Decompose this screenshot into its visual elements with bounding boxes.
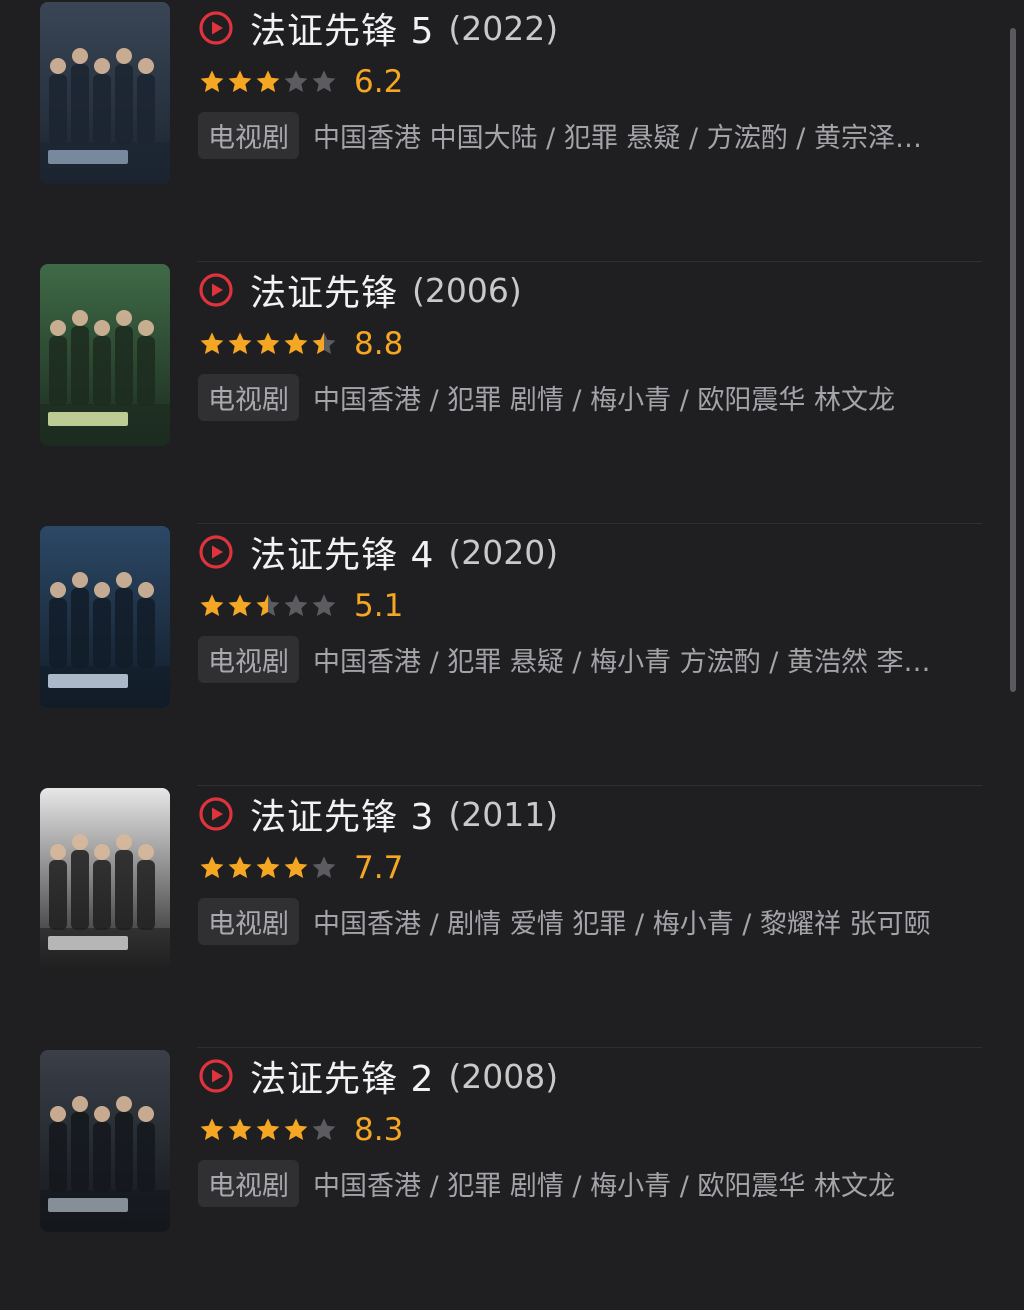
play-icon[interactable] — [198, 1058, 234, 1094]
play-icon[interactable] — [198, 10, 234, 46]
star-icon — [254, 592, 282, 620]
item-meta: 中国香港 / 剧情 爱情 犯罪 / 梅小青 / 黎耀祥 张可颐 — [313, 908, 931, 940]
item-title[interactable]: 法证先锋 2 — [250, 1050, 434, 1102]
search-results-list: 法证先锋 5 (2022) 6.2 电视剧 中国香港 中国大陆 / 犯罪 悬疑 / 方浤… — [0, 0, 1024, 1259]
star-icon — [198, 854, 226, 882]
star-icon — [226, 330, 254, 358]
star-icon — [226, 1116, 254, 1144]
star-icon — [226, 854, 254, 882]
item-year: (2006) — [412, 270, 522, 310]
item-title[interactable]: 法证先锋 3 — [250, 788, 434, 840]
star-icon — [198, 592, 226, 620]
play-icon[interactable] — [198, 272, 234, 308]
star-icon — [310, 330, 338, 358]
item-year: (2020) — [448, 532, 559, 572]
rating-line: 8.8 — [198, 324, 403, 364]
meta-line: 电视剧 中国香港 中国大陆 / 犯罪 悬疑 / 方浤酌 / 黄宗泽… — [198, 111, 978, 159]
item-title[interactable]: 法证先锋 4 — [250, 526, 434, 578]
meta-line: 电视剧 中国香港 / 犯罪 悬疑 / 梅小青 方浤酌 / 黄浩然 李… — [198, 635, 978, 683]
item-title[interactable]: 法证先锋 5 — [250, 2, 434, 54]
title-line[interactable]: 法证先锋 (2006) — [198, 266, 522, 314]
star-icon — [310, 854, 338, 882]
type-badge: 电视剧 — [198, 111, 299, 159]
result-item[interactable]: 法证先锋 3 (2011) 7.7 电视剧 中国香港 / 剧情 爱情 犯罪 / 梅小青 … — [0, 786, 1010, 1048]
rating-line: 5.1 — [198, 586, 403, 626]
play-icon[interactable] — [198, 534, 234, 570]
title-line[interactable]: 法证先锋 4 (2020) — [198, 528, 558, 576]
star-icon — [282, 854, 310, 882]
star-icon — [254, 330, 282, 358]
title-line[interactable]: 法证先锋 5 (2022) — [198, 4, 558, 52]
type-badge: 电视剧 — [198, 1159, 299, 1207]
result-item[interactable]: 法证先锋 4 (2020) 5.1 电视剧 中国香港 / 犯罪 悬疑 / 梅小青 方浤… — [0, 524, 1010, 786]
rating-score: 6.2 — [354, 64, 404, 100]
poster-image[interactable] — [40, 526, 170, 708]
star-icon — [282, 330, 310, 358]
play-icon[interactable] — [198, 796, 234, 832]
star-icon — [282, 1116, 310, 1144]
meta-line: 电视剧 中国香港 / 犯罪 剧情 / 梅小青 / 欧阳震华 林文龙 — [198, 1159, 978, 1207]
poster-image[interactable] — [40, 264, 170, 446]
star-rating — [198, 68, 338, 96]
item-meta: 中国香港 / 犯罪 剧情 / 梅小青 / 欧阳震华 林文龙 — [313, 1170, 895, 1202]
star-icon — [226, 68, 254, 96]
star-icon — [254, 854, 282, 882]
type-badge: 电视剧 — [198, 635, 299, 683]
rating-line: 7.7 — [198, 848, 403, 888]
poster-image[interactable] — [40, 2, 170, 184]
star-icon — [254, 1116, 282, 1144]
poster-image[interactable] — [40, 1050, 170, 1232]
star-rating — [198, 330, 338, 358]
star-rating — [198, 1116, 338, 1144]
star-icon — [310, 1116, 338, 1144]
star-icon — [198, 68, 226, 96]
star-icon — [282, 592, 310, 620]
item-year: (2022) — [448, 8, 559, 48]
star-icon — [282, 68, 310, 96]
item-title[interactable]: 法证先锋 — [250, 264, 398, 316]
scrollbar[interactable] — [1010, 28, 1016, 692]
star-icon — [254, 68, 282, 96]
rating-score: 7.7 — [354, 850, 404, 886]
result-item[interactable]: 法证先锋 2 (2008) 8.3 电视剧 中国香港 / 犯罪 剧情 / 梅小青 / 欧… — [0, 1048, 1010, 1310]
star-icon — [226, 592, 254, 620]
item-meta: 中国香港 中国大陆 / 犯罪 悬疑 / 方浤酌 / 黄宗泽… — [313, 122, 922, 154]
type-badge: 电视剧 — [198, 897, 299, 945]
meta-line: 电视剧 中国香港 / 剧情 爱情 犯罪 / 梅小青 / 黎耀祥 张可颐 — [198, 897, 978, 945]
meta-line: 电视剧 中国香港 / 犯罪 剧情 / 梅小青 / 欧阳震华 林文龙 — [198, 373, 978, 421]
poster-image[interactable] — [40, 788, 170, 970]
star-icon — [198, 1116, 226, 1144]
result-item[interactable]: 法证先锋 (2006) 8.8 电视剧 中国香港 / 犯罪 剧情 / 梅小青 / 欧阳… — [0, 262, 1010, 524]
result-item[interactable]: 法证先锋 5 (2022) 6.2 电视剧 中国香港 中国大陆 / 犯罪 悬疑 / 方浤… — [0, 0, 1010, 262]
star-icon — [310, 68, 338, 96]
title-line[interactable]: 法证先锋 2 (2008) — [198, 1052, 558, 1100]
item-meta: 中国香港 / 犯罪 剧情 / 梅小青 / 欧阳震华 林文龙 — [313, 384, 895, 416]
rating-score: 5.1 — [354, 588, 404, 624]
star-icon — [198, 330, 226, 358]
rating-line: 6.2 — [198, 62, 403, 102]
star-icon — [310, 592, 338, 620]
rating-line: 8.3 — [198, 1110, 403, 1150]
title-line[interactable]: 法证先锋 3 (2011) — [198, 790, 558, 838]
item-year: (2008) — [448, 1056, 559, 1096]
rating-score: 8.8 — [354, 326, 404, 362]
star-rating — [198, 592, 338, 620]
type-badge: 电视剧 — [198, 373, 299, 421]
item-meta: 中国香港 / 犯罪 悬疑 / 梅小青 方浤酌 / 黄浩然 李… — [313, 646, 931, 678]
star-rating — [198, 854, 338, 882]
item-year: (2011) — [448, 794, 559, 834]
rating-score: 8.3 — [354, 1112, 404, 1148]
